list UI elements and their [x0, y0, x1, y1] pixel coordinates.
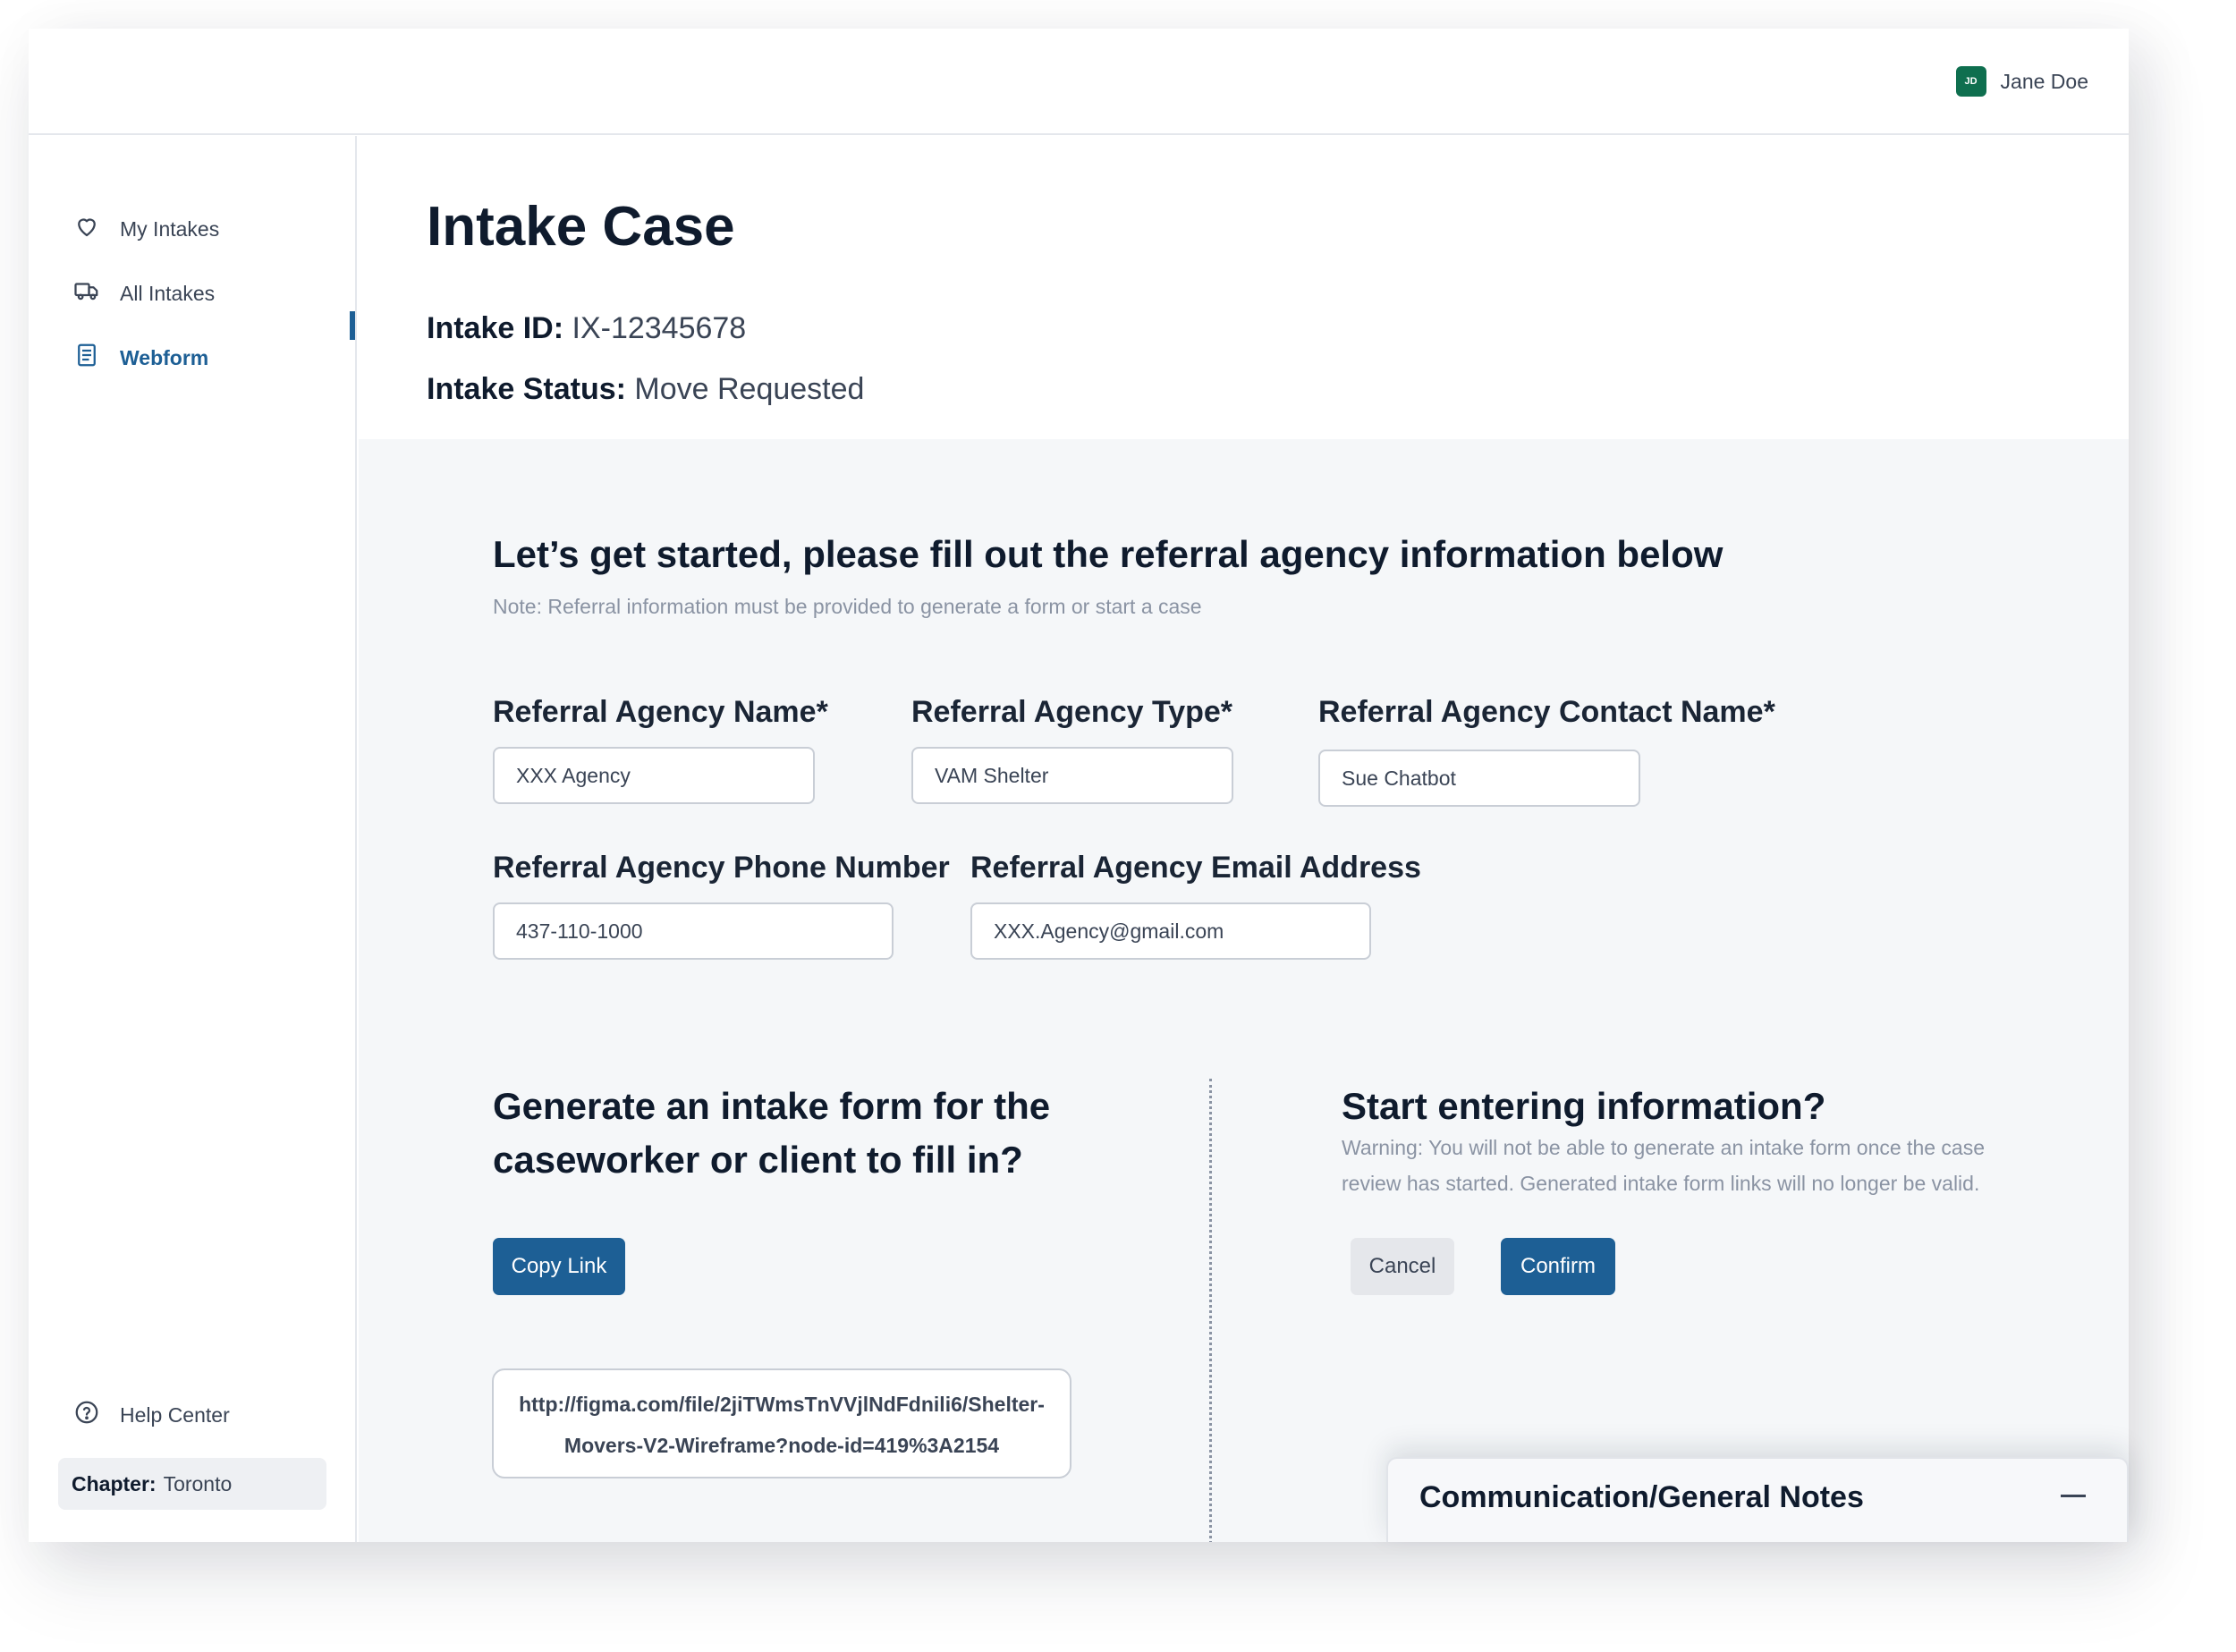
cancel-button[interactable]: Cancel [1351, 1238, 1454, 1295]
agency-type-input[interactable] [911, 747, 1233, 804]
webform-content: Let’s get started, please fill out the r… [359, 439, 2129, 1542]
heart-icon [73, 213, 100, 245]
phone-label: Referral Agency Phone Number [493, 851, 950, 885]
truck-icon [73, 277, 100, 309]
email-label: Referral Agency Email Address [970, 851, 1421, 885]
sidebar-item-label: Webform [120, 345, 209, 369]
generate-section-title: Generate an intake form for the casework… [493, 1085, 1051, 1181]
app-window: JD Jane Doe My Intakes All Intakes Webfo… [29, 29, 2129, 1542]
sidebar-item-label: All Intakes [120, 281, 216, 305]
section-divider [1209, 1079, 1212, 1542]
start-section-title: Start entering information? [1342, 1085, 1826, 1127]
agency-name-label: Referral Agency Name* [493, 695, 828, 729]
chapter-key: Chapter: [72, 1471, 157, 1495]
user-menu[interactable]: JD Jane Doe [1955, 66, 2088, 97]
sidebar-item-webform[interactable]: Webform [73, 342, 208, 374]
question-circle-icon [73, 1399, 100, 1431]
active-indicator [350, 311, 355, 340]
notes-title: Communication/General Notes [1419, 1480, 1864, 1514]
top-header: JD Jane Doe [29, 29, 2129, 135]
contact-name-input[interactable] [1318, 750, 1640, 807]
sidebar-item-my-intakes[interactable]: My Intakes [73, 213, 219, 245]
help-center-link[interactable]: Help Center [73, 1399, 230, 1431]
intake-form-link[interactable]: http://figma.com/file/2jiTWmsTnVVjlNdFdn… [492, 1368, 1071, 1478]
email-input[interactable] [970, 902, 1371, 960]
intake-status-value: Move Requested [634, 372, 865, 406]
user-name[interactable]: Jane Doe [2001, 70, 2088, 94]
form-title: Let’s get started, please fill out the r… [493, 533, 1724, 575]
agency-type-label: Referral Agency Type* [911, 695, 1233, 729]
chapter-badge[interactable]: Chapter: Toronto [58, 1458, 326, 1510]
chapter-value: Toronto [163, 1471, 233, 1495]
document-list-icon [73, 342, 100, 374]
page-title: Intake Case [427, 196, 735, 258]
avatar[interactable]: JD [1955, 66, 1986, 97]
case-header: Intake Case Intake ID: IX-12345678 Intak… [359, 137, 2129, 439]
sidebar-item-label: My Intakes [120, 216, 220, 241]
agency-name-input[interactable] [493, 747, 815, 804]
sidebar-item-all-intakes[interactable]: All Intakes [73, 277, 215, 309]
copy-link-button[interactable]: Copy Link [493, 1238, 625, 1295]
start-warning: Warning: You will not be able to generat… [1342, 1136, 1985, 1195]
intake-id-label: Intake ID: [427, 311, 564, 345]
intake-id-value: IX-12345678 [572, 311, 747, 345]
form-note: Note: Referral information must be provi… [493, 595, 1202, 618]
sidebar: My Intakes All Intakes Webform Help Cent… [29, 136, 357, 1542]
intake-status-label: Intake Status: [427, 372, 626, 406]
confirm-button[interactable]: Confirm [1501, 1238, 1615, 1295]
notes-panel[interactable]: Communication/General Notes [1386, 1457, 2129, 1542]
minimize-icon[interactable] [2061, 1495, 2086, 1497]
intake-status: Intake Status: Move Requested [427, 372, 864, 407]
phone-input[interactable] [493, 902, 894, 960]
intake-id: Intake ID: IX-12345678 [427, 311, 746, 346]
contact-name-label: Referral Agency Contact Name* [1318, 695, 1775, 729]
help-center-label: Help Center [120, 1402, 230, 1427]
